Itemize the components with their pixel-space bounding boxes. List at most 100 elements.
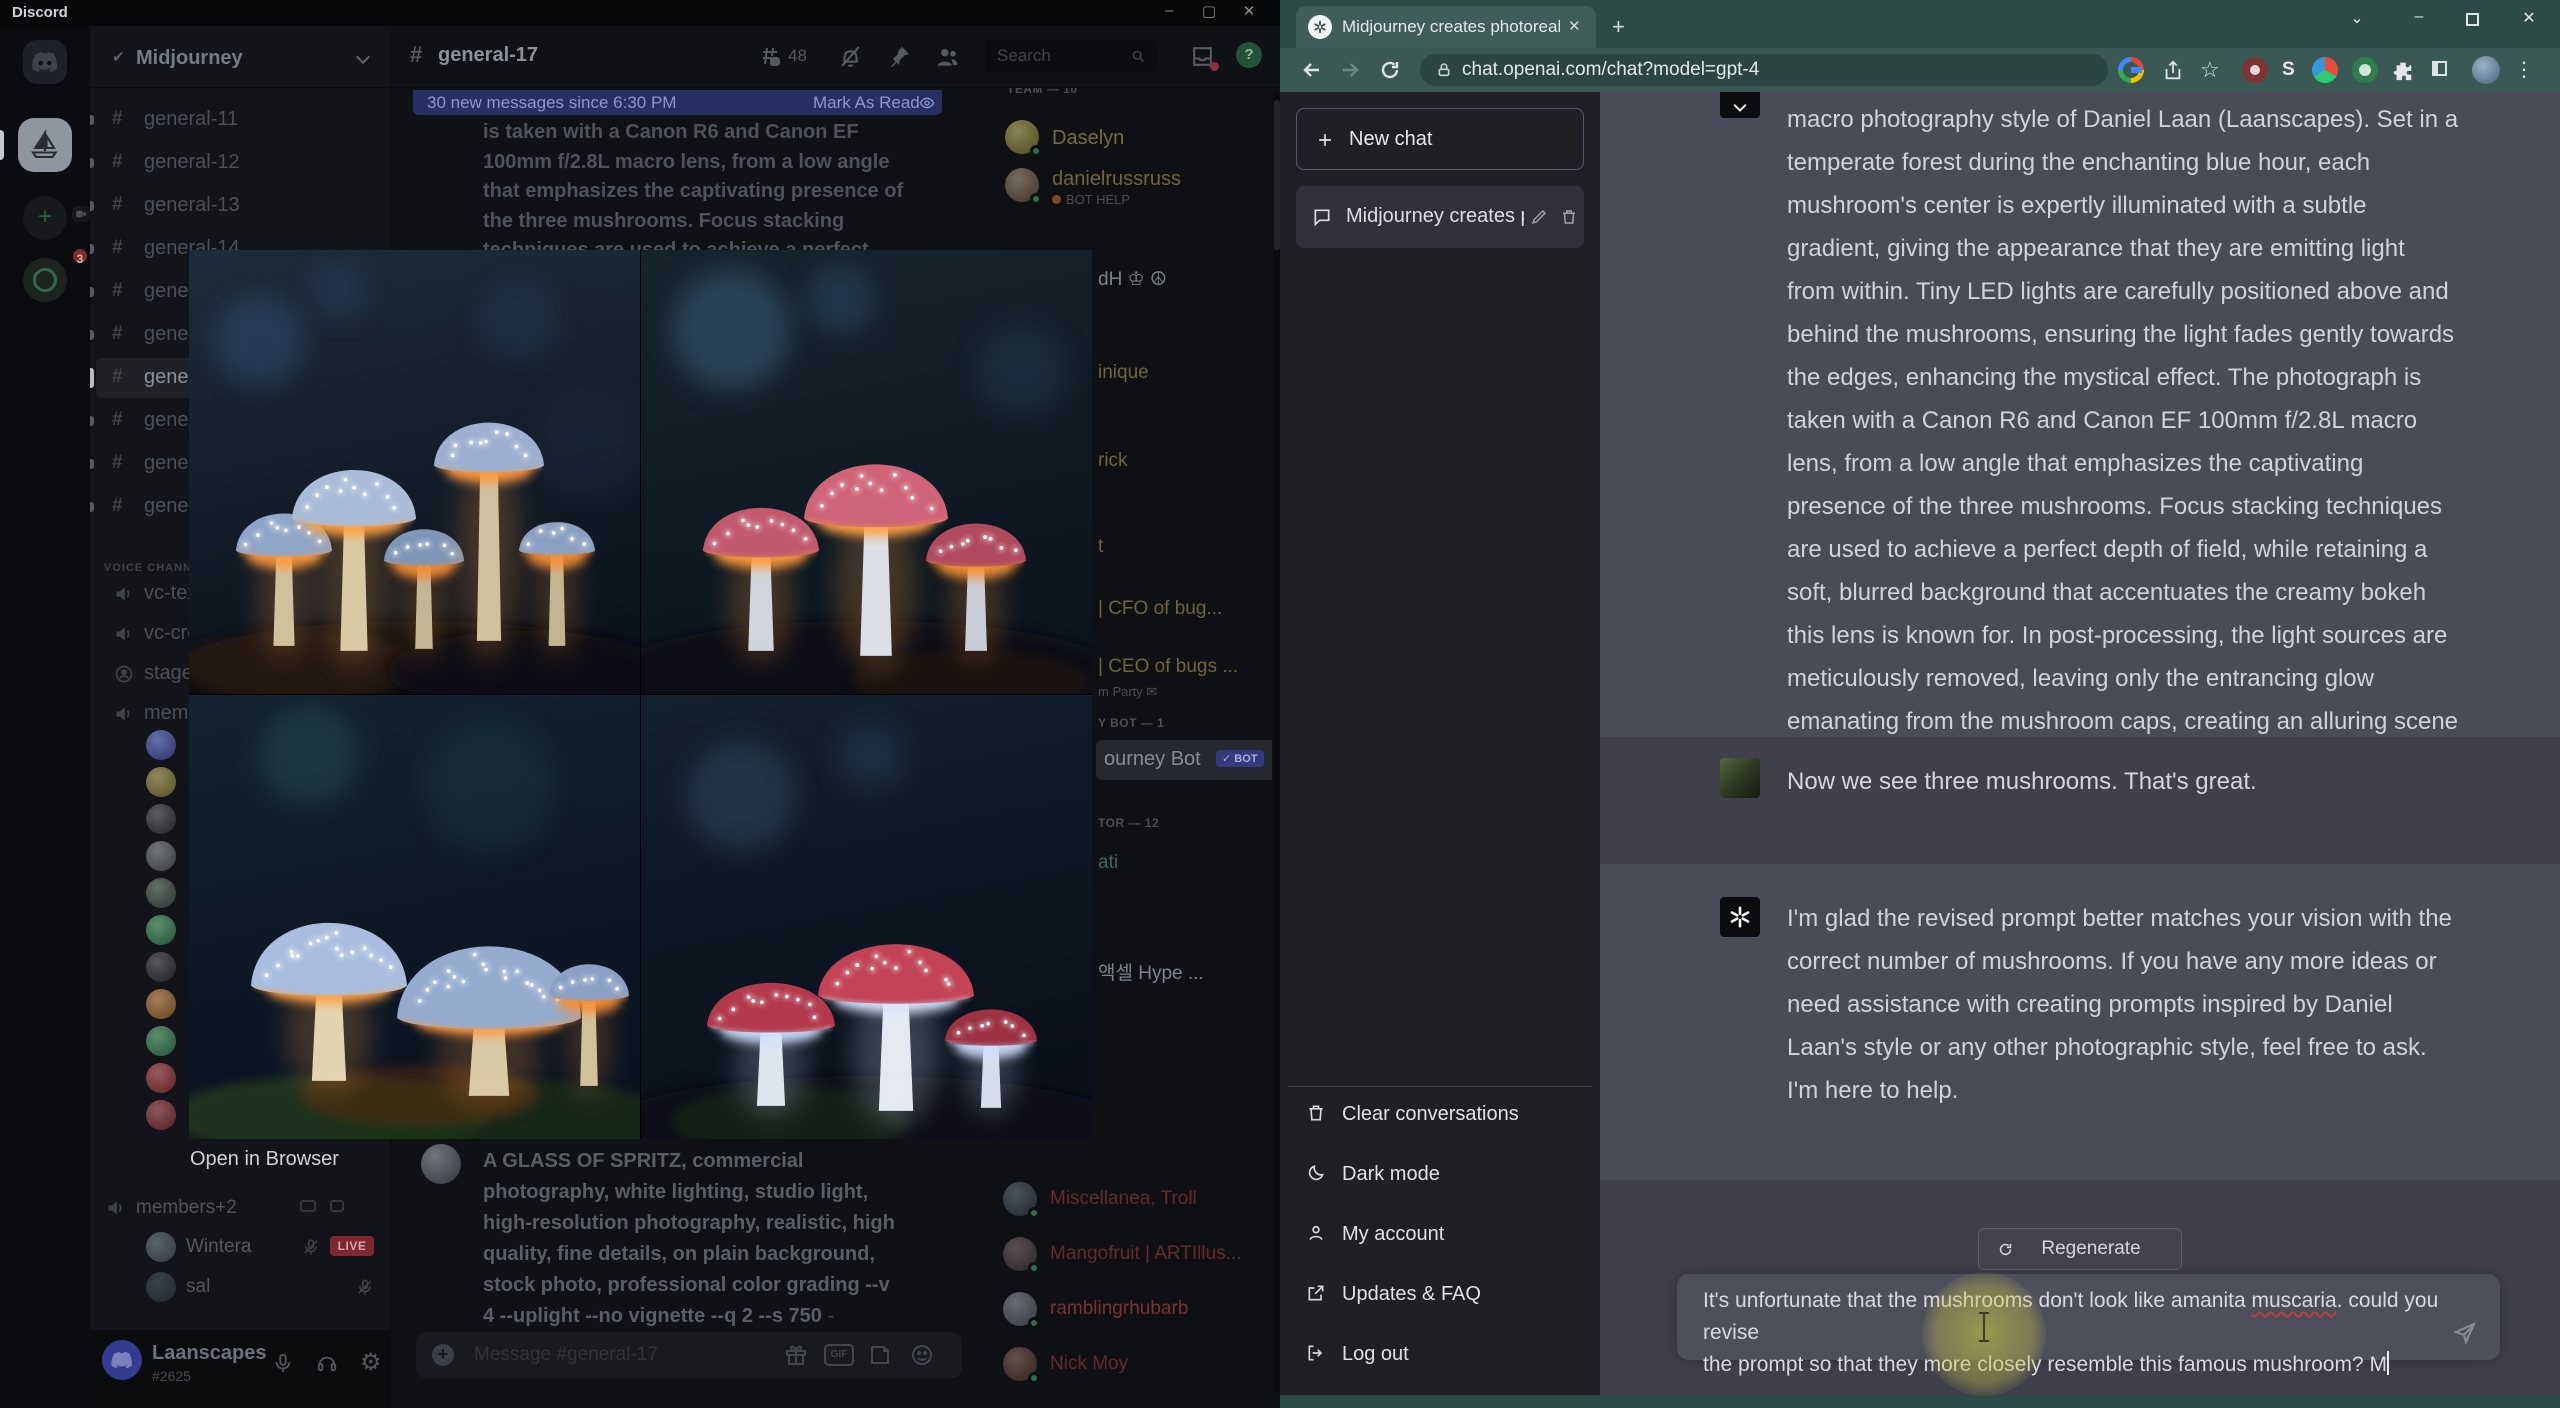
share-icon[interactable]: [2162, 60, 2184, 82]
mic-muted-icon: [358, 1279, 372, 1295]
send-icon[interactable]: [2453, 1320, 2477, 1344]
discord-home-button[interactable]: [23, 40, 67, 84]
upload-plus-icon[interactable]: +: [432, 1344, 454, 1366]
channel-general-11[interactable]: # general-11: [90, 100, 384, 140]
user-avatar[interactable]: [102, 1340, 142, 1380]
gif-icon[interactable]: GIF: [824, 1344, 854, 1366]
window-chevron-icon[interactable]: ⌄: [2342, 8, 2372, 28]
open-in-browser-link[interactable]: Open in Browser: [190, 1148, 339, 1171]
help-icon[interactable]: ?: [1236, 42, 1262, 68]
channel-general-12[interactable]: # general-12: [90, 143, 384, 183]
discord-titlebar: Discord – ▢ ✕: [0, 0, 1280, 26]
sidebar-item-updates-faq[interactable]: Updates & FAQ: [1280, 1265, 1600, 1325]
voice-user-avatar[interactable]: [146, 841, 176, 871]
mushroom-image-top-left[interactable]: [189, 250, 640, 694]
emoji-icon[interactable]: [910, 1343, 934, 1367]
profile-avatar[interactable]: [2472, 56, 2500, 84]
settings-gear-icon[interactable]: ⚙: [360, 1348, 382, 1377]
forward-icon[interactable]: [1338, 58, 1362, 82]
discord-minimize-icon[interactable]: –: [1152, 2, 1186, 19]
voice-user-avatar[interactable]: [146, 952, 176, 982]
tab-close-icon[interactable]: ✕: [1568, 17, 1581, 35]
extension-icon-s[interactable]: S: [2282, 59, 2295, 81]
voice-user-avatar[interactable]: [146, 878, 176, 908]
new-messages-banner[interactable]: 30 new messages since 6:30 PM Mark As Re…: [413, 90, 942, 115]
regenerate-button[interactable]: Regenerate response: [1978, 1228, 2182, 1299]
menu-kebab-icon[interactable]: ⋮: [2514, 57, 2534, 82]
voice-channel-members2[interactable]: members+2: [90, 1192, 390, 1226]
user-tag: #2625: [152, 1368, 191, 1384]
voice-user-avatar[interactable]: [146, 989, 176, 1019]
verified-server-icon: ✔: [112, 49, 125, 66]
browser-tab[interactable]: Midjourney creates photorealisti ✕: [1296, 6, 1596, 48]
voice-user-avatar[interactable]: [146, 767, 176, 797]
sidepanel-icon[interactable]: [2432, 61, 2447, 76]
mushroom-image-bottom-left[interactable]: [189, 695, 640, 1139]
search-input[interactable]: Search: [985, 40, 1157, 72]
voice-user-avatar[interactable]: [146, 1063, 176, 1093]
voice-user-avatar[interactable]: [146, 1100, 176, 1130]
voice-user-avatar[interactable]: [146, 915, 176, 945]
chat-input[interactable]: It's unfortunate that the mushrooms don'…: [1677, 1274, 2500, 1376]
voice-member-wintera[interactable]: Wintera LIVE: [90, 1232, 390, 1266]
assistant-reply: I'm glad the revised prompt better match…: [1787, 905, 2452, 1104]
message-input-bar[interactable]: + Message #general-17 GIF: [416, 1332, 962, 1378]
voice-user-avatar[interactable]: [146, 730, 176, 760]
voice-member-sal[interactable]: sal: [90, 1272, 390, 1306]
notifications-muted-icon[interactable]: [838, 44, 863, 69]
back-icon[interactable]: [1300, 58, 1324, 82]
assistant-avatar: [1720, 897, 1760, 937]
assistant-avatar: [1720, 92, 1760, 118]
mushroom-image-bottom-right[interactable]: [641, 695, 1092, 1139]
explore-server-button[interactable]: [23, 258, 67, 302]
voice-user-avatar[interactable]: [146, 804, 176, 834]
server-header[interactable]: ✔ Midjourney: [90, 26, 390, 88]
member-list-icon[interactable]: [934, 44, 960, 70]
reload-icon[interactable]: [1378, 58, 1402, 82]
extension-icon-3[interactable]: [2352, 57, 2378, 83]
server-icon-midjourney[interactable]: 3: [18, 118, 90, 266]
edit-pencil-icon[interactable]: [1530, 208, 1548, 226]
pin-icon[interactable]: [888, 44, 912, 68]
chat-input-text: It's unfortunate that the mushrooms don'…: [1703, 1289, 2439, 1376]
channel-hash-icon: #: [410, 42, 423, 67]
new-chat-button[interactable]: New chat: [1296, 108, 1584, 170]
window-close-icon[interactable]: ✕: [2514, 8, 2544, 28]
avatar: [146, 1272, 176, 1302]
activity-icon: [330, 1200, 344, 1212]
bookmark-star-icon[interactable]: ☆: [2200, 57, 2220, 83]
sidebar-item-my-account[interactable]: My account: [1280, 1205, 1600, 1265]
discord-maximize-icon[interactable]: ▢: [1192, 2, 1226, 20]
trash-icon[interactable]: [1560, 208, 1578, 226]
extension-icon-1[interactable]: [2242, 57, 2268, 83]
discord-close-icon[interactable]: ✕: [1232, 2, 1266, 20]
headphones-icon[interactable]: [316, 1352, 338, 1374]
member-fragment: ati: [1098, 852, 1119, 873]
sticker-icon[interactable]: [868, 1343, 892, 1367]
gift-icon[interactable]: [784, 1343, 808, 1367]
sidebar-item-dark-mode[interactable]: Dark mode: [1280, 1145, 1600, 1205]
message-avatar[interactable]: [421, 1144, 461, 1184]
mark-as-read[interactable]: Mark As Read: [813, 93, 920, 113]
window-maximize-icon[interactable]: [2466, 13, 2479, 26]
sidebar-item-log-out[interactable]: Log out: [1280, 1325, 1600, 1385]
voice-user-avatar[interactable]: [146, 1026, 176, 1056]
browser-window: Midjourney creates photorealisti ✕ + ⌄ –…: [1280, 0, 2560, 1408]
member-row-midjourney-bot[interactable]: ourney Bot ✓ BOT: [1096, 740, 1272, 780]
channel-general-13[interactable]: # general-13: [90, 186, 384, 226]
window-minimize-icon[interactable]: –: [2404, 8, 2434, 26]
sidebar-item-clear-conversations[interactable]: Clear conversations: [1280, 1085, 1600, 1145]
new-tab-icon[interactable]: +: [1612, 14, 1625, 40]
username: Laanscapes: [152, 1342, 267, 1364]
address-bar[interactable]: chat.openai.com/chat?model=gpt-4: [1420, 54, 2108, 86]
mushroom-image-top-right[interactable]: [641, 250, 1092, 694]
add-server-button[interactable]: +: [23, 196, 67, 240]
extensions-puzzle-icon[interactable]: [2392, 59, 2414, 81]
discord-window: Discord – ▢ ✕ 3 + ✔ Midjourney # general…: [0, 0, 1280, 1408]
threads-icon[interactable]: [758, 44, 782, 68]
google-icon[interactable]: [2118, 57, 2144, 83]
conversation-item[interactable]: Midjourney creates pho: [1296, 186, 1584, 248]
extension-icon-2[interactable]: [2312, 57, 2338, 83]
mic-icon[interactable]: [272, 1352, 294, 1374]
chat-message-bottom: A GLASS OF SPRITZ, commercial photograph…: [483, 1146, 899, 1363]
